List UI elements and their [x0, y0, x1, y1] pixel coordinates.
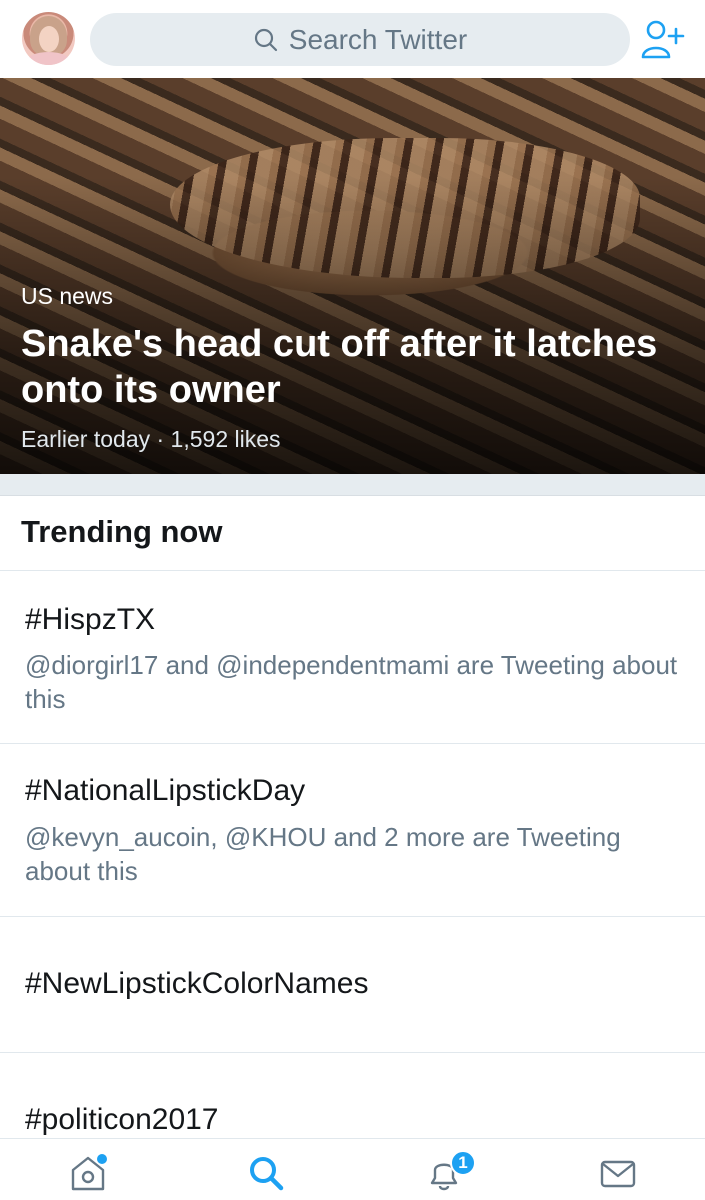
hero-news-card[interactable]: US news Snake's head cut off after it la…: [0, 78, 705, 474]
home-unread-dot: [97, 1154, 107, 1164]
bottom-nav: [0, 1138, 705, 1200]
hero-meta: Earlier today · 1,592 likes: [21, 426, 281, 452]
trend-item-newlipstickcolornames[interactable]: #NewLipstickColorNames: [0, 917, 705, 1052]
notifications-badge: 1: [450, 1150, 476, 1176]
profile-avatar[interactable]: [22, 12, 75, 65]
trend-description: @kevyn_aucoin, @KHOU and 2 more are Twee…: [25, 822, 621, 886]
search-tab-icon[interactable]: [246, 1153, 286, 1193]
mail-icon[interactable]: [598, 1153, 638, 1193]
trending-title: Trending now: [21, 514, 223, 549]
trend-item-politicon2017[interactable]: #politicon2017: [0, 1053, 705, 1138]
trend-tag: #politicon2017: [25, 1103, 219, 1136]
trend-description: @diorgirl17 and @independentmami are Twe…: [25, 650, 678, 714]
trend-item-nationallipstickday[interactable]: #NationalLipstickDay @kevyn_aucoin, @KHO…: [0, 744, 705, 916]
search-icon: [254, 28, 277, 51]
trend-tag: #NewLipstickColorNames: [25, 967, 369, 1000]
section-divider: [0, 474, 705, 496]
search-placeholder: Search Twitter: [288, 23, 468, 55]
search-bar[interactable]: Search Twitter: [90, 13, 630, 66]
hero-category: US news: [21, 283, 114, 309]
add-user-icon[interactable]: [640, 17, 686, 61]
hero-headline: Snake's head cut off after it latches on…: [21, 323, 658, 411]
trend-tag: #HispzTX: [25, 603, 156, 636]
trend-item-hispztx[interactable]: #HispzTX @diorgirl17 and @independentmam…: [0, 571, 705, 743]
top-bar: Search Twitter: [0, 0, 705, 78]
trend-tag: #NationalLipstickDay: [25, 774, 306, 807]
